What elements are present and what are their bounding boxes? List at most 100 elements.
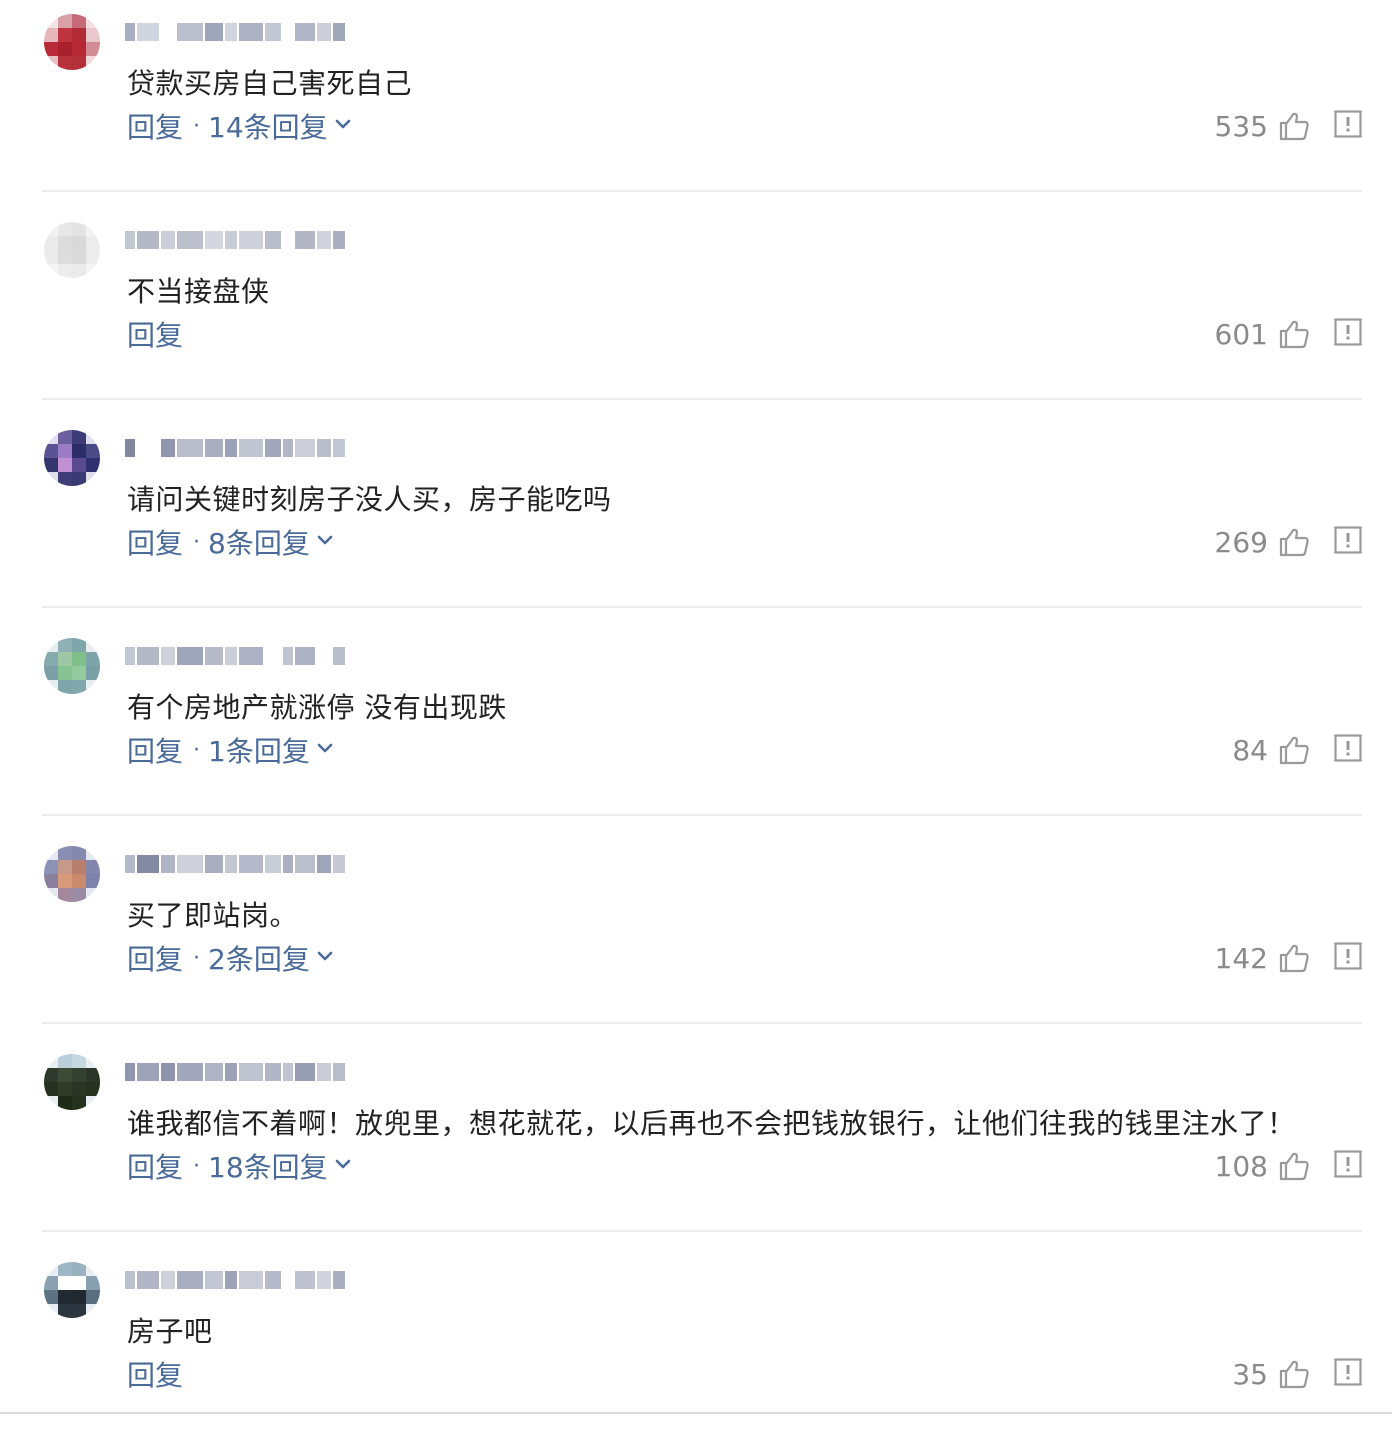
avatar[interactable] — [44, 14, 100, 70]
username-pixel — [239, 439, 263, 457]
username-blurred[interactable] — [125, 1266, 347, 1294]
username-pixel — [205, 23, 223, 41]
like-button[interactable]: 84 — [1232, 730, 1310, 770]
avatar[interactable] — [44, 846, 100, 902]
like-button[interactable]: 142 — [1215, 938, 1310, 978]
reply-count-label: 2条回复 — [208, 943, 310, 976]
username-blurred[interactable] — [125, 18, 347, 46]
username-pixel — [295, 439, 315, 457]
username-blurred[interactable] — [125, 434, 347, 462]
username-pixel — [225, 855, 237, 873]
view-replies-link[interactable]: 2条回复 — [208, 938, 334, 978]
avatar-pixel — [86, 1068, 100, 1082]
username-blurred[interactable] — [125, 850, 347, 878]
report-icon[interactable] — [1334, 734, 1362, 762]
username-pixel — [283, 1063, 293, 1081]
like-button[interactable]: 601 — [1215, 314, 1310, 354]
reply-button[interactable]: 回复 — [127, 314, 183, 354]
avatar-pixel — [44, 1068, 58, 1082]
like-button[interactable]: 535 — [1215, 106, 1310, 146]
thumbs-up-icon — [1279, 1360, 1309, 1389]
username-pixel — [137, 1271, 159, 1289]
avatar-pixel — [44, 1096, 58, 1110]
username-pixel — [333, 439, 345, 457]
avatar-pixel — [86, 666, 100, 680]
avatar-pixel — [72, 458, 86, 472]
username-blurred[interactable] — [125, 1058, 347, 1086]
avatar-pixel — [58, 28, 72, 42]
view-replies-link[interactable]: 14条回复 — [208, 106, 352, 146]
reply-row: 回复 · 8条回复 — [127, 522, 334, 562]
reply-button[interactable]: 回复 — [127, 106, 183, 146]
reply-button[interactable]: 回复 — [127, 938, 183, 978]
comment-divider — [42, 190, 1362, 192]
avatar[interactable] — [44, 1054, 100, 1110]
report-icon[interactable] — [1334, 942, 1362, 970]
report-icon[interactable] — [1334, 1150, 1362, 1178]
like-button[interactable]: 35 — [1232, 1354, 1310, 1394]
thumbs-up-icon — [1279, 320, 1309, 349]
report-icon[interactable] — [1334, 318, 1362, 346]
view-replies-link[interactable]: 18条回复 — [208, 1146, 352, 1186]
avatar-pixel — [58, 888, 72, 902]
username-pixel — [137, 231, 159, 249]
username-pixel — [295, 231, 315, 249]
username-pixel — [161, 647, 175, 665]
avatar-pixel — [72, 222, 86, 236]
username-pixel — [317, 439, 331, 457]
avatar-pixel — [72, 236, 86, 250]
username-pixel — [265, 647, 281, 665]
avatar[interactable] — [44, 638, 100, 694]
username-pixel — [177, 647, 203, 665]
username-pixel — [177, 1271, 203, 1289]
reply-button[interactable]: 回复 — [127, 1146, 183, 1186]
report-icon[interactable] — [1334, 526, 1362, 554]
username-pixel — [205, 855, 223, 873]
avatar[interactable] — [44, 222, 100, 278]
reply-row: 回复 — [127, 1354, 183, 1394]
username-pixel — [295, 23, 315, 41]
avatar-pixel — [72, 1262, 86, 1276]
username-pixel — [137, 647, 159, 665]
avatar-pixel — [58, 1068, 72, 1082]
report-icon[interactable] — [1334, 1358, 1362, 1386]
avatar-pixel — [58, 236, 72, 250]
username-pixel — [239, 23, 263, 41]
avatar-pixel — [72, 264, 86, 278]
comment-text: 请问关键时刻房子没人买，房子能吃吗 — [127, 483, 612, 516]
username-pixel — [265, 231, 281, 249]
thumbs-up-icon — [1279, 944, 1309, 973]
reply-button[interactable]: 回复 — [127, 522, 183, 562]
reply-button[interactable]: 回复 — [127, 1354, 183, 1394]
avatar-pixel — [86, 638, 100, 652]
thumbs-up-icon — [1279, 528, 1309, 557]
username-pixel — [161, 1063, 175, 1081]
reply-button[interactable]: 回复 — [127, 730, 183, 770]
report-icon[interactable] — [1334, 110, 1362, 138]
avatar-pixel — [44, 638, 58, 652]
username-pixel — [265, 1271, 281, 1289]
username-pixel — [265, 439, 281, 457]
view-replies-link[interactable]: 1条回复 — [208, 730, 334, 770]
username-pixel — [283, 23, 293, 41]
view-replies-link[interactable]: 8条回复 — [208, 522, 334, 562]
username-pixel — [177, 231, 203, 249]
avatar-pixel — [44, 1082, 58, 1096]
username-pixel — [125, 647, 135, 665]
avatar-pixel — [86, 28, 100, 42]
username-pixel — [125, 231, 135, 249]
like-button[interactable]: 108 — [1215, 1146, 1310, 1186]
like-button[interactable]: 269 — [1215, 522, 1310, 562]
avatar-pixel — [72, 846, 86, 860]
username-blurred[interactable] — [125, 226, 347, 254]
username-blurred[interactable] — [125, 642, 347, 670]
separator-dot: · — [193, 1153, 201, 1179]
avatar-pixel — [58, 472, 72, 486]
avatar-mosaic — [44, 1262, 100, 1318]
avatar-pixel — [44, 680, 58, 694]
avatar[interactable] — [44, 1262, 100, 1318]
comment-item: 买了即站岗。 回复 · 2条回复 142 — [0, 832, 1392, 1040]
comment-divider — [42, 1022, 1362, 1024]
username-pixel — [333, 1271, 345, 1289]
avatar[interactable] — [44, 430, 100, 486]
